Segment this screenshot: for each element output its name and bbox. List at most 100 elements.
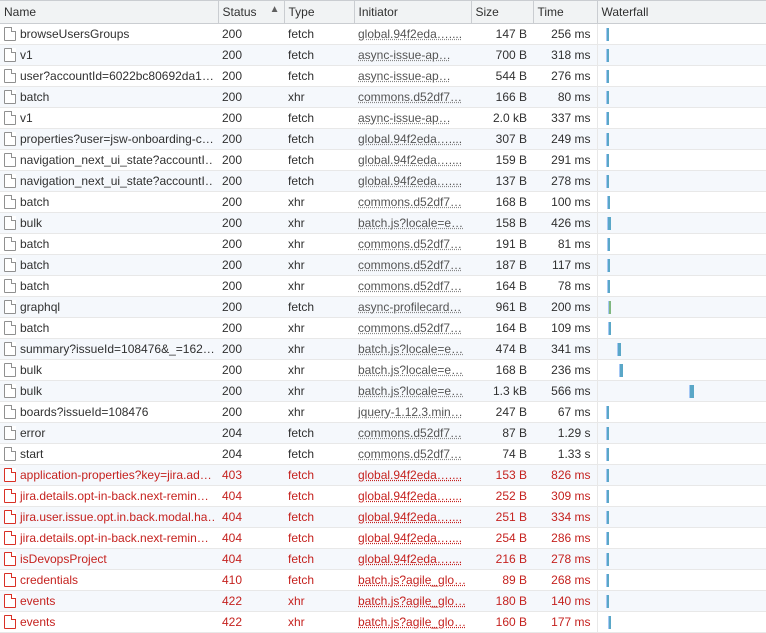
type-cell: fetch: [284, 570, 354, 591]
initiator-cell[interactable]: async-issue-ap…: [354, 45, 471, 66]
table-row[interactable]: browseUsersGroups200fetchglobal.94f2eda……: [0, 24, 766, 45]
initiator-cell[interactable]: batch.js?agile_glo…: [354, 612, 471, 633]
waterfall-cell: [597, 549, 766, 570]
initiator-cell[interactable]: batch.js?locale=e…: [354, 339, 471, 360]
time-cell: 67 ms: [533, 402, 597, 423]
initiator-cell[interactable]: async-profilecard…: [354, 297, 471, 318]
table-row[interactable]: batch200xhrcommons.d52df7…164 B78 ms: [0, 276, 766, 297]
size-cell: 168 B: [471, 360, 533, 381]
initiator-cell[interactable]: global.94f2eda…....: [354, 465, 471, 486]
time-cell: 268 ms: [533, 570, 597, 591]
request-name: bulk: [20, 216, 42, 230]
table-row[interactable]: batch200xhrcommons.d52df7…164 B109 ms: [0, 318, 766, 339]
initiator-cell[interactable]: commons.d52df7…: [354, 444, 471, 465]
file-icon: [4, 342, 16, 356]
table-row[interactable]: bulk200xhrbatch.js?locale=e…168 B236 ms: [0, 360, 766, 381]
time-cell: 1.29 s: [533, 423, 597, 444]
col-time[interactable]: Time: [533, 1, 597, 24]
table-row[interactable]: jira.user.issue.opt.in.back.modal.ha…404…: [0, 507, 766, 528]
type-cell: xhr: [284, 276, 354, 297]
time-cell: 140 ms: [533, 591, 597, 612]
initiator-cell[interactable]: commons.d52df7…: [354, 276, 471, 297]
request-name: v1: [20, 111, 33, 125]
type-cell: fetch: [284, 465, 354, 486]
size-cell: 474 B: [471, 339, 533, 360]
initiator-cell[interactable]: batch.js?locale=e…: [354, 381, 471, 402]
initiator-cell[interactable]: global.94f2eda…....: [354, 24, 471, 45]
col-name[interactable]: Name: [0, 1, 218, 24]
initiator-cell[interactable]: global.94f2eda…....: [354, 486, 471, 507]
initiator-cell[interactable]: commons.d52df7…: [354, 234, 471, 255]
size-cell: 254 B: [471, 528, 533, 549]
file-icon: [4, 531, 16, 545]
request-name: error: [20, 426, 45, 440]
status-cell: 200: [218, 108, 284, 129]
initiator-cell[interactable]: batch.js?agile_glo…: [354, 591, 471, 612]
size-cell: 147 B: [471, 24, 533, 45]
size-cell: 544 B: [471, 66, 533, 87]
initiator-cell[interactable]: commons.d52df7…: [354, 255, 471, 276]
table-row[interactable]: v1200fetchasync-issue-ap…2.0 kB337 ms: [0, 108, 766, 129]
initiator-cell[interactable]: async-issue-ap…: [354, 66, 471, 87]
table-row[interactable]: batch200xhrcommons.d52df7…168 B100 ms: [0, 192, 766, 213]
initiator-cell[interactable]: global.94f2eda…....: [354, 549, 471, 570]
table-row[interactable]: error204fetchcommons.d52df7…87 B1.29 s: [0, 423, 766, 444]
initiator-cell[interactable]: global.94f2eda…....: [354, 507, 471, 528]
table-row[interactable]: batch200xhrcommons.d52df7…191 B81 ms: [0, 234, 766, 255]
table-row[interactable]: navigation_next_ui_state?accountI…200fet…: [0, 150, 766, 171]
file-icon: [4, 510, 16, 524]
initiator-cell[interactable]: commons.d52df7…: [354, 423, 471, 444]
initiator-cell[interactable]: batch.js?agile_glo…: [354, 570, 471, 591]
table-row[interactable]: v1200fetchasync-issue-ap…700 B318 ms: [0, 45, 766, 66]
table-row[interactable]: events422xhrbatch.js?agile_glo…160 B177 …: [0, 612, 766, 633]
table-row[interactable]: bulk200xhrbatch.js?locale=e…158 B426 ms: [0, 213, 766, 234]
status-cell: 200: [218, 318, 284, 339]
table-row[interactable]: jira.details.opt-in-back.next-remin…404f…: [0, 486, 766, 507]
table-row[interactable]: batch200xhrcommons.d52df7…187 B117 ms: [0, 255, 766, 276]
initiator-cell[interactable]: async-issue-ap…: [354, 108, 471, 129]
table-row[interactable]: batch200xhrcommons.d52df7…166 B80 ms: [0, 87, 766, 108]
waterfall-bar: [608, 196, 610, 209]
file-icon: [4, 573, 16, 587]
time-cell: 1.33 s: [533, 444, 597, 465]
col-status[interactable]: Status ▲: [218, 1, 284, 24]
network-table: Name Status ▲ Type Initiator Size Time W…: [0, 0, 766, 633]
table-row[interactable]: start204fetchcommons.d52df7…74 B1.33 s: [0, 444, 766, 465]
waterfall-cell: [597, 192, 766, 213]
initiator-cell[interactable]: jquery-1.12.3.min…: [354, 402, 471, 423]
col-waterfall[interactable]: Waterfall: [597, 1, 766, 24]
col-initiator[interactable]: Initiator: [354, 1, 471, 24]
request-name: bulk: [20, 363, 42, 377]
initiator-cell[interactable]: batch.js?locale=e…: [354, 360, 471, 381]
size-cell: 89 B: [471, 570, 533, 591]
status-cell: 200: [218, 87, 284, 108]
table-row[interactable]: isDevopsProject404fetchglobal.94f2eda…..…: [0, 549, 766, 570]
request-name: credentials: [20, 573, 78, 587]
table-row[interactable]: user?accountId=6022bc80692da1…200fetchas…: [0, 66, 766, 87]
table-row[interactable]: summary?issueId=108476&_=162…200xhrbatch…: [0, 339, 766, 360]
col-type[interactable]: Type: [284, 1, 354, 24]
initiator-cell[interactable]: commons.d52df7…: [354, 192, 471, 213]
table-row[interactable]: boards?issueId=108476200xhrjquery-1.12.3…: [0, 402, 766, 423]
initiator-cell[interactable]: commons.d52df7…: [354, 87, 471, 108]
table-row[interactable]: credentials410fetchbatch.js?agile_glo…89…: [0, 570, 766, 591]
status-cell: 200: [218, 66, 284, 87]
file-icon: [4, 552, 16, 566]
initiator-cell[interactable]: global.94f2eda…....: [354, 150, 471, 171]
col-size[interactable]: Size: [471, 1, 533, 24]
request-name: batch: [20, 279, 49, 293]
request-name: jira.user.issue.opt.in.back.modal.ha…: [20, 510, 214, 524]
time-cell: 117 ms: [533, 255, 597, 276]
initiator-cell[interactable]: batch.js?locale=e…: [354, 213, 471, 234]
initiator-cell[interactable]: global.94f2eda…....: [354, 528, 471, 549]
table-row[interactable]: graphql200fetchasync-profilecard…961 B20…: [0, 297, 766, 318]
table-row[interactable]: application-properties?key=jira.ad…403fe…: [0, 465, 766, 486]
table-row[interactable]: jira.details.opt-in-back.next-remin…404f…: [0, 528, 766, 549]
table-row[interactable]: navigation_next_ui_state?accountI…200fet…: [0, 171, 766, 192]
table-row[interactable]: bulk200xhrbatch.js?locale=e…1.3 kB566 ms: [0, 381, 766, 402]
table-row[interactable]: events422xhrbatch.js?agile_glo…180 B140 …: [0, 591, 766, 612]
initiator-cell[interactable]: commons.d52df7…: [354, 318, 471, 339]
initiator-cell[interactable]: global.94f2eda…....: [354, 171, 471, 192]
initiator-cell[interactable]: global.94f2eda…....: [354, 129, 471, 150]
table-row[interactable]: properties?user=jsw-onboarding-c…200fetc…: [0, 129, 766, 150]
